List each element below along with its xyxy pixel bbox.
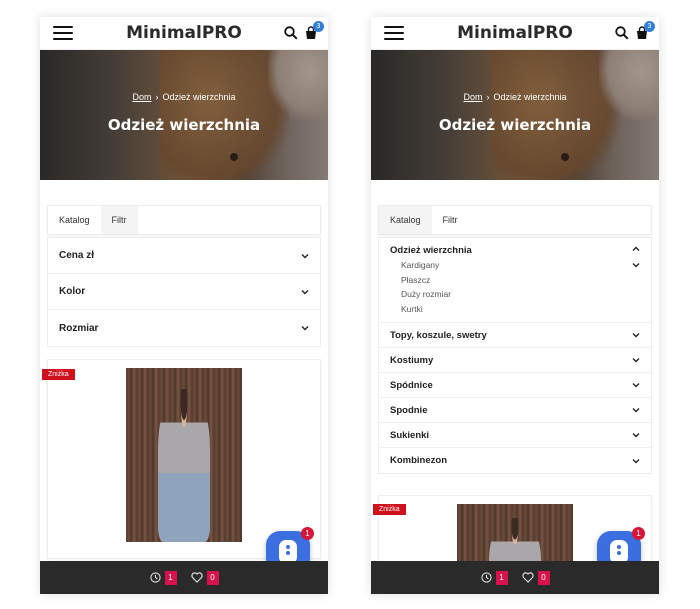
category-hero: Dom › Odzież wierzchnia Odzież wierzchnia	[40, 50, 328, 180]
subcategory-label: Kurtki	[401, 303, 423, 314]
search-icon[interactable]	[284, 26, 298, 40]
breadcrumb-separator: ›	[155, 92, 159, 102]
category-label: Spodnie	[390, 404, 428, 416]
bottom-bar: 1 0	[40, 561, 328, 594]
chat-badge: 1	[301, 527, 314, 540]
category-label: Topy, koszule, swetry	[390, 329, 487, 341]
chevron-down-icon	[632, 358, 640, 363]
wishlist-count: 0	[206, 570, 219, 585]
filter-label: Kolor	[59, 286, 86, 297]
category-label: Odzież wierzchnia	[390, 245, 472, 256]
tab-filter[interactable]: Filtr	[100, 206, 138, 234]
chevron-down-icon[interactable]	[632, 261, 640, 269]
chevron-down-icon	[632, 433, 640, 438]
recently-viewed-button[interactable]: 1	[480, 570, 508, 585]
product-image[interactable]	[126, 368, 242, 542]
category-label: Spódnice	[390, 379, 433, 391]
tab-catalog[interactable]: Katalog	[379, 206, 432, 234]
category-item-dresses[interactable]: Sukienki	[379, 423, 651, 448]
product-card[interactable]: Zniżka	[42, 359, 321, 559]
sidebar-tabs: Katalog Filtr	[378, 205, 652, 235]
breadcrumb-separator: ›	[486, 92, 490, 102]
category-hero: Dom › Odzież wierzchnia Odzież wierzchnia	[371, 50, 659, 180]
breadcrumb: Dom › Odzież wierzchnia	[40, 92, 328, 102]
discount-badge: Zniżka	[373, 504, 406, 515]
menu-icon[interactable]	[53, 26, 73, 40]
category-item-tops[interactable]: Topy, koszule, swetry	[379, 323, 651, 348]
tab-filter[interactable]: Filtr	[432, 206, 469, 234]
chevron-up-icon[interactable]	[632, 245, 640, 253]
subcategory-cardigans[interactable]: Kardigany	[401, 258, 640, 273]
category-outerwear-expanded: Odzież wierzchnia Kardigany Płaszcz Duży…	[379, 238, 651, 323]
category-item-jumpsuits[interactable]: Kombinezon	[379, 448, 651, 473]
chat-badge: 1	[632, 527, 645, 540]
chevron-down-icon	[632, 408, 640, 413]
subcategory-label: Płaszcz	[401, 274, 431, 285]
breadcrumb-current: Odzież wierzchnia	[162, 92, 236, 102]
chevron-down-icon	[301, 253, 309, 258]
chevron-down-icon	[632, 333, 640, 338]
subcategory-plus-size[interactable]: Duży rozmiar	[401, 287, 640, 302]
menu-icon[interactable]	[384, 26, 404, 40]
wishlist-button[interactable]: 0	[190, 570, 219, 585]
filter-color[interactable]: Kolor	[48, 274, 320, 310]
clock-icon	[149, 572, 161, 583]
category-item-outerwear[interactable]: Odzież wierzchnia	[390, 245, 640, 256]
phone-screen-catalog: MinimalPRO 3 Dom › Odzież wierzchnia Odzie…	[371, 17, 659, 594]
chevron-down-icon	[632, 383, 640, 388]
filter-label: Cena zł	[59, 250, 95, 261]
page-title: Odzież wierzchnia	[107, 116, 261, 134]
wishlist-count: 0	[537, 570, 550, 585]
page-title: Odzież wierzchnia	[438, 116, 592, 134]
recently-viewed-count: 1	[495, 570, 508, 585]
clock-icon	[480, 572, 492, 583]
chevron-down-icon	[632, 458, 640, 463]
breadcrumb: Dom › Odzież wierzchnia	[371, 92, 659, 102]
filter-price[interactable]: Cena zł	[48, 238, 320, 274]
heart-icon	[190, 572, 203, 583]
wishlist-button[interactable]: 0	[521, 570, 550, 585]
filter-panel: Cena zł Kolor Rozmiar	[47, 237, 321, 347]
recently-viewed-count: 1	[164, 570, 177, 585]
subcategory-coat[interactable]: Płaszcz	[401, 273, 640, 288]
cart-count-badge: 3	[313, 21, 324, 32]
phone-screen-filter: MinimalPRO 3 Dom › Odzież wierzchnia Odzie…	[40, 17, 328, 594]
bottom-bar: 1 0	[371, 561, 659, 594]
recently-viewed-button[interactable]: 1	[149, 570, 177, 585]
heart-icon	[521, 572, 534, 583]
discount-badge: Zniżka	[42, 369, 75, 380]
category-panel: Odzież wierzchnia Kardigany Płaszcz Duży…	[378, 237, 652, 474]
cart-count-badge: 3	[644, 21, 655, 32]
filter-label: Rozmiar	[59, 322, 99, 334]
top-bar: MinimalPRO 3	[40, 17, 328, 50]
tab-catalog[interactable]: Katalog	[48, 206, 101, 234]
category-label: Kombinezon	[390, 455, 447, 466]
sidebar-tabs: Katalog Filtr	[47, 205, 321, 235]
top-bar: MinimalPRO 3	[371, 17, 659, 50]
category-item-trousers[interactable]: Spodnie	[379, 398, 651, 423]
category-item-suits[interactable]: Kostiumy	[379, 348, 651, 373]
breadcrumb-home-link[interactable]: Dom	[132, 92, 151, 102]
filter-size[interactable]: Rozmiar	[48, 310, 320, 346]
chevron-down-icon	[301, 289, 309, 294]
subcategory-label: Kardigany	[401, 260, 440, 270]
breadcrumb-current: Odzież wierzchnia	[493, 92, 567, 102]
chevron-down-icon	[301, 326, 309, 331]
category-item-skirts[interactable]: Spódnice	[379, 373, 651, 398]
breadcrumb-home-link[interactable]: Dom	[463, 92, 482, 102]
search-icon[interactable]	[615, 26, 629, 40]
subcategory-label: Duży rozmiar	[401, 289, 452, 299]
category-label: Sukienki	[390, 429, 430, 441]
category-label: Kostiumy	[390, 354, 434, 366]
subcategory-list: Kardigany Płaszcz Duży rozmiar Kurtki	[401, 258, 640, 316]
subcategory-jackets[interactable]: Kurtki	[401, 302, 640, 317]
